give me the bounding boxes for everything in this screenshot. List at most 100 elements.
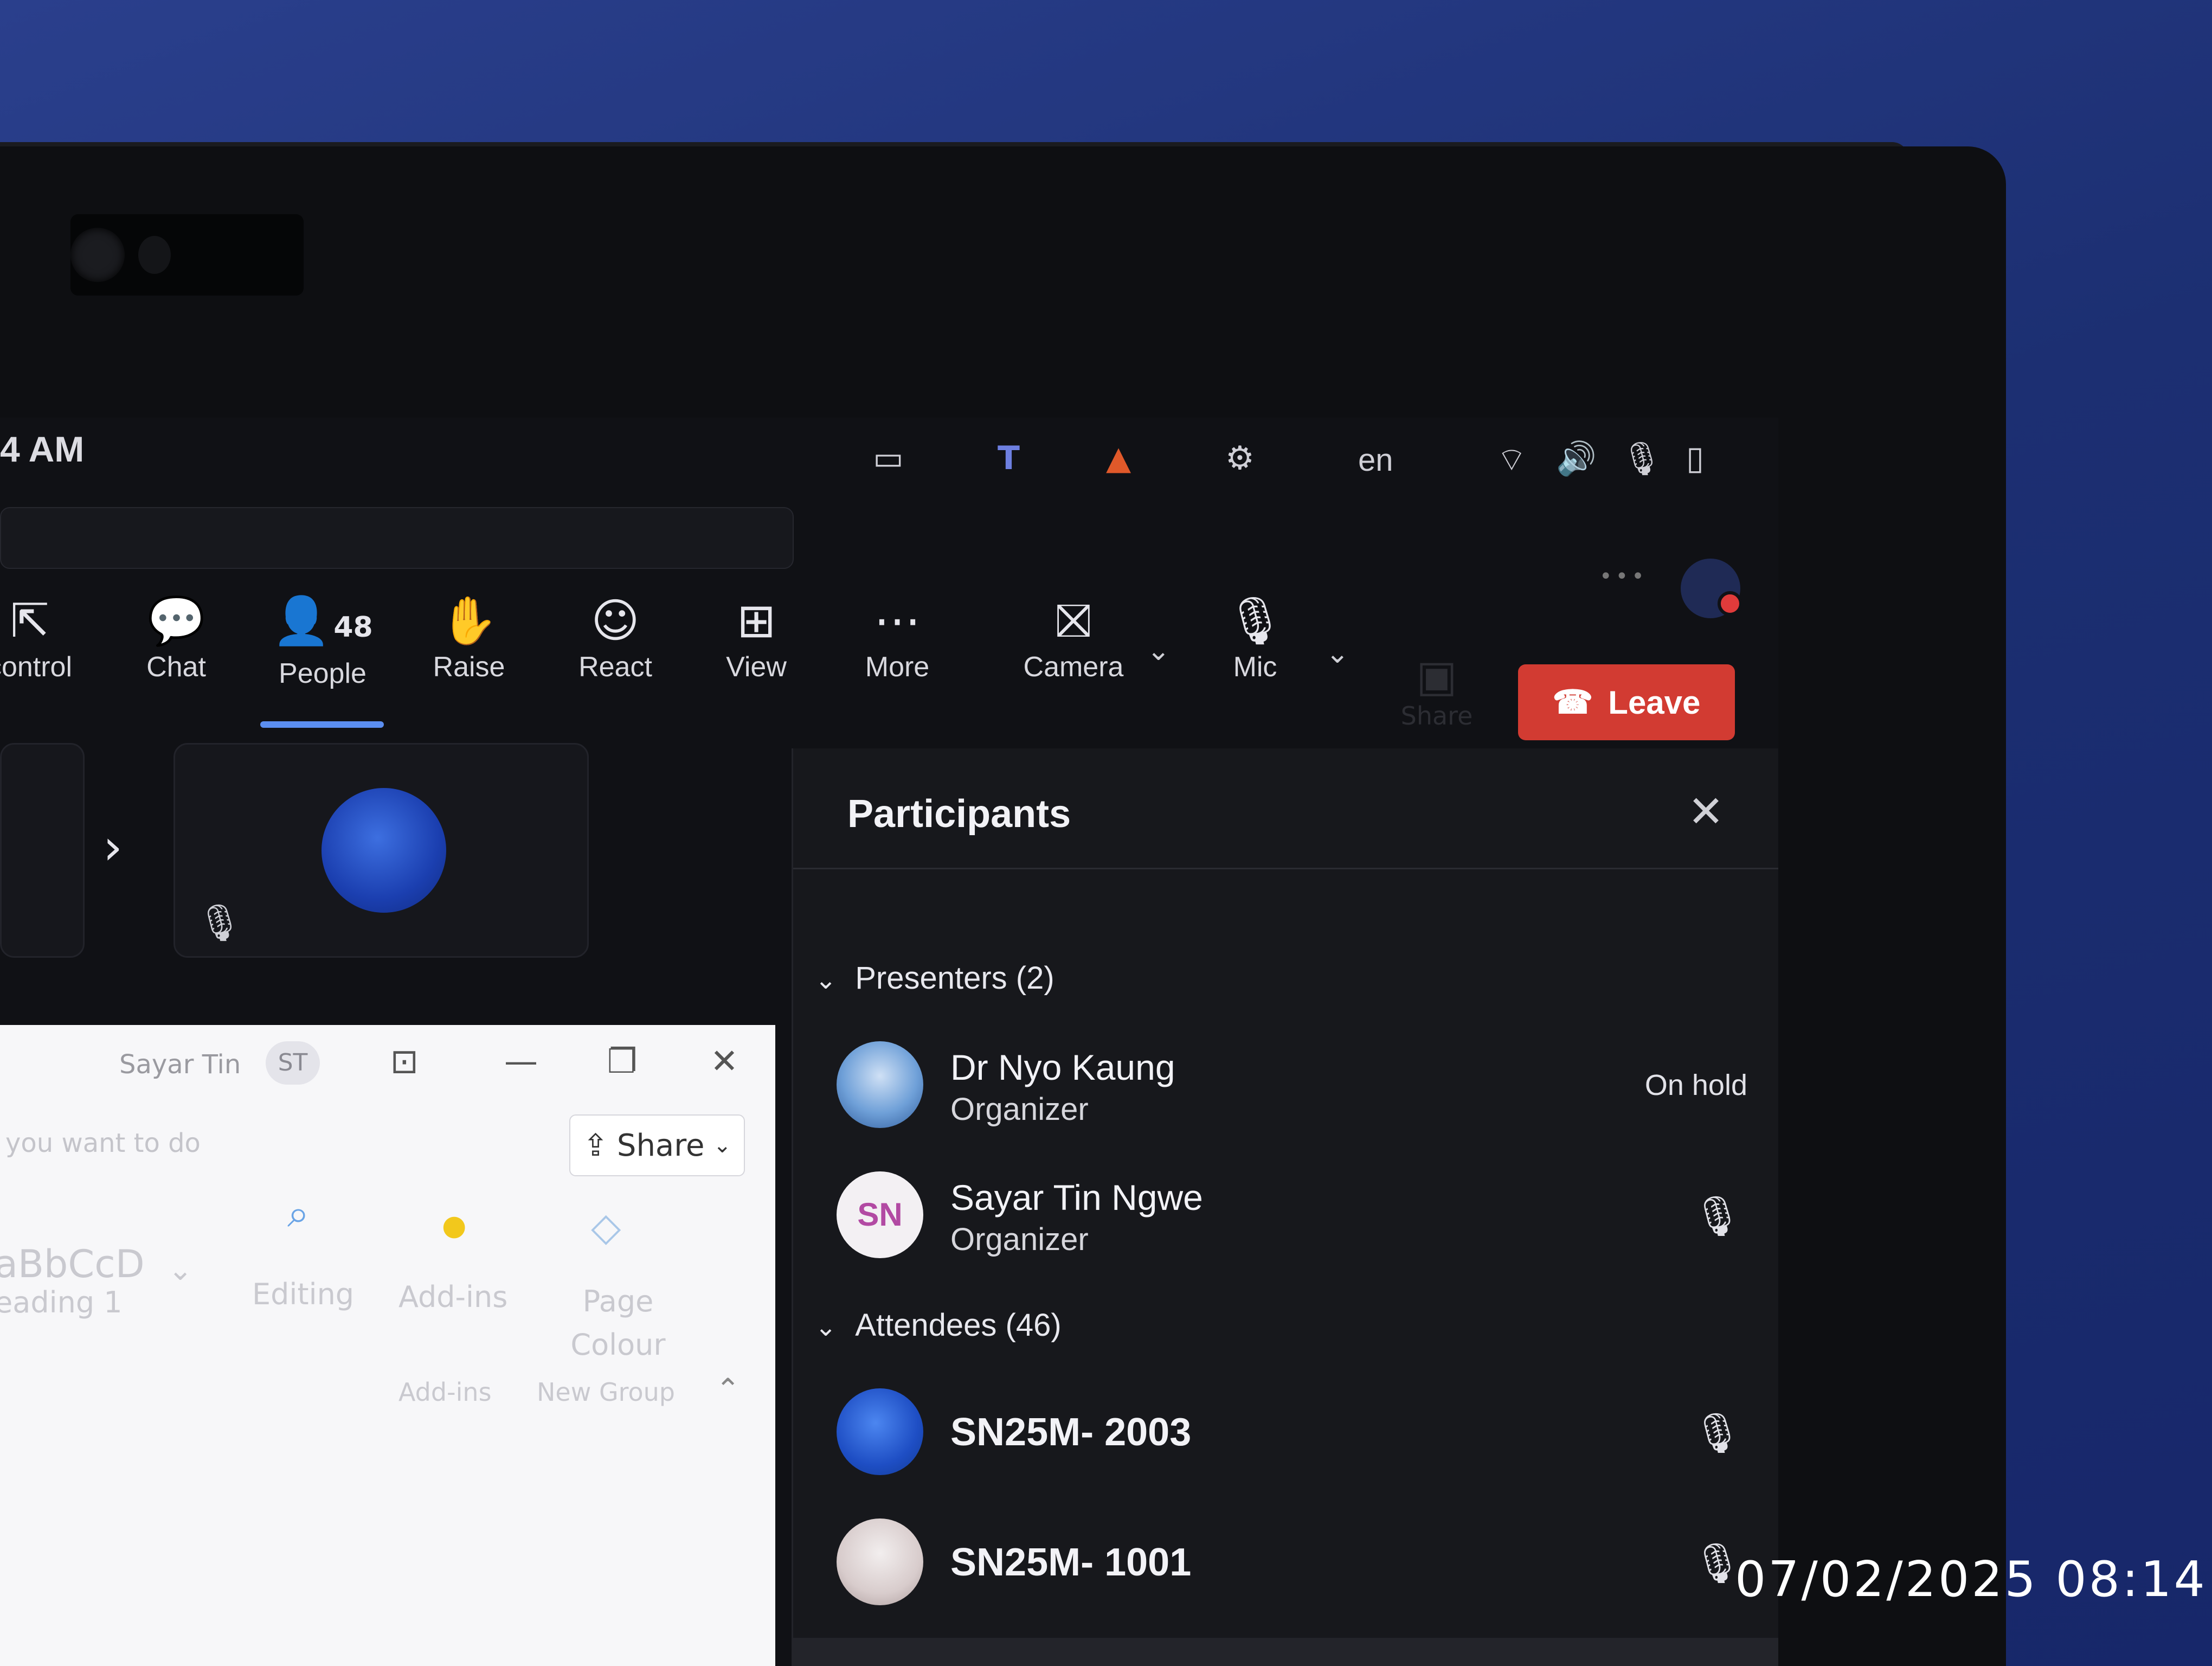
leave-button[interactable]: ☎ Leave	[1518, 664, 1735, 740]
next-page-chevron-icon[interactable]: ›	[103, 819, 123, 876]
share-label: Share	[1400, 701, 1473, 731]
camera-button[interactable]: ⛝ Camera	[1008, 591, 1139, 700]
more-label: More	[865, 651, 930, 683]
view-label: View	[726, 651, 787, 683]
word-user-initials[interactable]: ST	[266, 1041, 320, 1085]
wifi-icon[interactable]: ⌔	[1496, 439, 1527, 480]
people-count: 48	[333, 611, 373, 644]
mic-off-icon[interactable]: 🎙	[1621, 439, 1662, 478]
raise-hand-button[interactable]: ✋ Raise	[407, 591, 531, 700]
control-label: control	[0, 651, 73, 683]
react-button[interactable]: ☺ React	[553, 591, 678, 700]
taskbar-clock: 4 AM	[0, 429, 85, 469]
panel-footer	[793, 1638, 1778, 1666]
grid-icon: ⊞	[736, 594, 776, 648]
chat-button[interactable]: 💬 Chat	[114, 591, 239, 700]
style-heading[interactable]: eading 1	[0, 1285, 123, 1319]
styles-expand-icon[interactable]: ⌄	[168, 1253, 192, 1287]
addins-button[interactable]: Add-ins	[398, 1280, 507, 1314]
share-icon: ⇪	[582, 1127, 608, 1163]
hang-up-icon: ☎	[1552, 684, 1593, 720]
mic-icon: 🎙	[1692, 1193, 1742, 1239]
chevron-down-icon: ⌄	[815, 1313, 837, 1342]
restore-icon[interactable]: ❐	[607, 1041, 638, 1081]
editing-button[interactable]: Editing	[252, 1277, 354, 1311]
minimize-icon[interactable]: —	[504, 1041, 538, 1081]
gear-icon[interactable]: ⚙	[1225, 439, 1255, 477]
hand-icon: ✋	[440, 594, 498, 648]
people-label: People	[279, 658, 366, 689]
mic-options-chevron-icon[interactable]: ⌄	[1326, 637, 1349, 670]
mic-button[interactable]: 🎙 Mic	[1193, 591, 1317, 700]
close-icon[interactable]: ✕	[710, 1041, 738, 1081]
share-button[interactable]: ▣ Share	[1393, 651, 1480, 731]
video-tile[interactable]: 🎙	[173, 743, 589, 958]
battery-icon[interactable]: ▯	[1686, 439, 1704, 477]
avatar	[837, 1518, 923, 1605]
video-tile-partial[interactable]	[0, 743, 85, 958]
meeting-title-bar	[0, 507, 794, 569]
react-label: React	[578, 651, 652, 683]
panel-divider	[793, 868, 1778, 869]
share-tray-icon: ▣	[1416, 651, 1457, 701]
people-icon: 👤 48	[272, 594, 373, 648]
mic-off-icon: 🎙	[1692, 1410, 1742, 1456]
participant-status: On hold	[1644, 1069, 1747, 1101]
camera-options-chevron-icon[interactable]: ⌄	[1147, 635, 1171, 667]
tell-me-search[interactable]: you want to do	[5, 1128, 201, 1158]
meeting-toolbar: ⇱ control 💬 Chat 👤48 People ✋ Raise ☺ Re…	[0, 591, 1778, 700]
more-options-icon[interactable]: •••	[1599, 564, 1648, 589]
participant-role: Organizer	[950, 1222, 1089, 1257]
webcam-led	[138, 236, 171, 274]
styles-gallery[interactable]: aBbCcD	[0, 1242, 145, 1286]
photo-timestamp: 07/02/2025 08:14	[1735, 1551, 2207, 1608]
page-color-icon: ◇	[591, 1204, 621, 1250]
control-button[interactable]: ⇱ control	[0, 591, 92, 700]
close-icon[interactable]: ✕	[1688, 786, 1724, 837]
addins-icon: ●	[442, 1209, 467, 1242]
collapse-ribbon-icon[interactable]: ⌃	[716, 1372, 740, 1406]
display-icon[interactable]: ▭	[873, 439, 904, 477]
laptop-screen: 4 AM ▭ T ▲ ⚙ en ⌔ 🔊 🎙 ▯ ••• ⇱ control 💬 …	[0, 418, 1778, 1666]
new-group-label: New Group	[537, 1377, 675, 1407]
participant-row[interactable]: Dr Nyo Kaung Organizer On hold	[837, 1041, 1747, 1139]
participant-name: SN25M- 2003	[950, 1411, 1192, 1454]
vlc-icon[interactable]: ▲	[1106, 439, 1131, 477]
ribbon-display-icon[interactable]: ⊡	[390, 1041, 419, 1081]
chevron-down-icon: ⌄	[815, 966, 837, 995]
mic-off-icon: 🎙	[197, 902, 242, 944]
view-button[interactable]: ⊞ View	[694, 591, 819, 700]
word-share-button[interactable]: ⇪ Share ⌄	[569, 1114, 745, 1176]
more-button[interactable]: ⋯ More	[835, 591, 960, 700]
word-window: Sayar Tin ST ⊡ — ❐ ✕ you want to do ⇪ Sh…	[0, 1025, 775, 1666]
screen-control-icon: ⇱	[10, 594, 50, 648]
people-button[interactable]: 👤 48 People	[260, 591, 385, 700]
mic-off-icon: 🎙	[1225, 594, 1285, 648]
presenters-section-header[interactable]: ⌄ Presenters (2)	[815, 960, 1054, 996]
page-color-button[interactable]: Page Colour	[548, 1280, 689, 1367]
attendees-header-label: Attendees (46)	[855, 1308, 1062, 1343]
avatar	[837, 1041, 923, 1128]
participant-role: Organizer	[950, 1092, 1089, 1127]
language-indicator[interactable]: en	[1358, 442, 1393, 478]
camera-off-icon: ⛝	[1056, 594, 1091, 648]
participants-title: Participants	[847, 792, 1071, 836]
teams-icon[interactable]: T	[998, 439, 1020, 477]
presenters-header-label: Presenters (2)	[855, 960, 1054, 996]
search-icon: ⌕	[287, 1190, 310, 1236]
participant-row[interactable]: SN Sayar Tin Ngwe Organizer 🎙	[837, 1171, 1747, 1269]
participant-name: Sayar Tin Ngwe	[950, 1177, 1203, 1218]
volume-icon[interactable]: 🔊	[1556, 439, 1597, 478]
participant-row[interactable]: SN25M- 2003 🎙	[837, 1388, 1747, 1486]
leave-label: Leave	[1608, 684, 1701, 721]
word-share-label: Share	[616, 1127, 705, 1163]
participant-row[interactable]: SN25M- 1001 🎙	[837, 1518, 1747, 1616]
webcam-lens	[70, 228, 125, 282]
addins-group-label: Add-ins	[398, 1377, 492, 1407]
attendees-section-header[interactable]: ⌄ Attendees (46)	[815, 1307, 1062, 1343]
chevron-down-icon: ⌄	[713, 1133, 732, 1158]
webcam	[70, 214, 304, 296]
taskbar: 4 AM ▭ T ▲ ⚙ en ⌔ 🔊 🎙 ▯	[0, 418, 1778, 499]
participant-name: Dr Nyo Kaung	[950, 1047, 1175, 1087]
people-tab-indicator	[260, 721, 384, 728]
